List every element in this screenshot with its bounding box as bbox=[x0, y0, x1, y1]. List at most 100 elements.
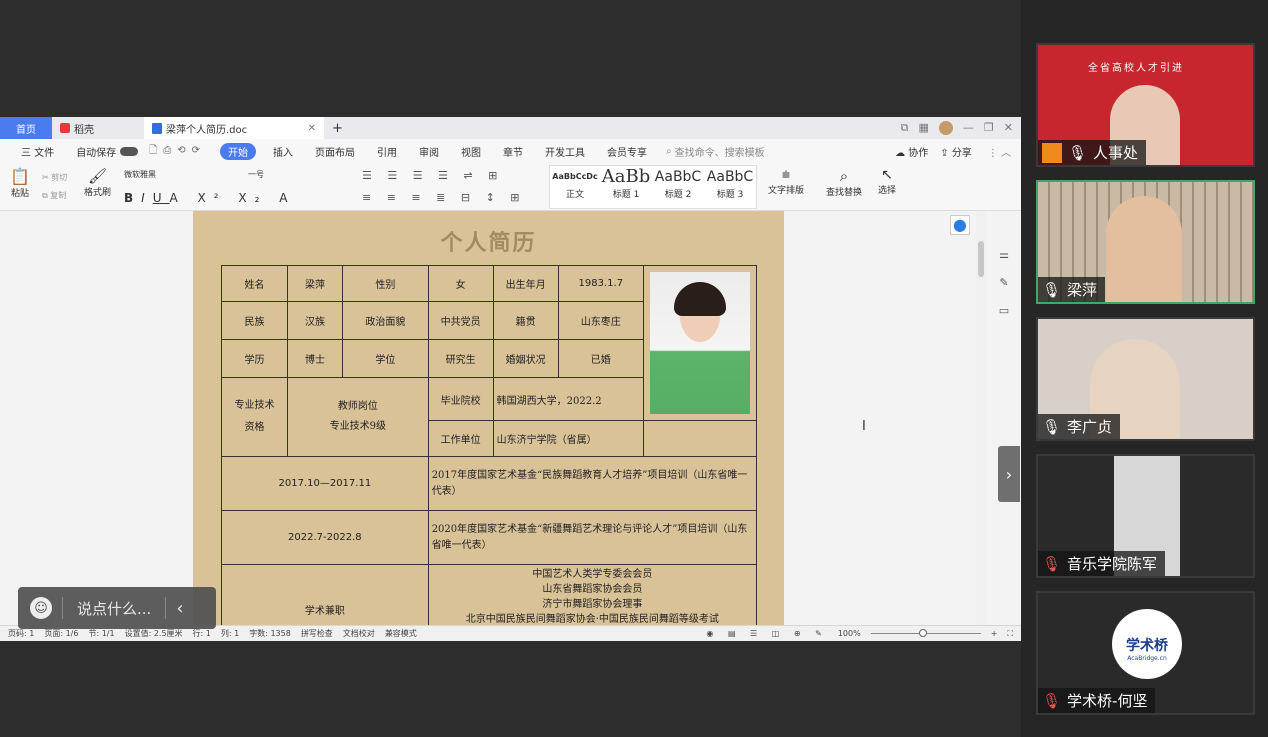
participant-name: 音乐学院陈军 bbox=[1067, 555, 1158, 573]
mic-icon: 🎙 bbox=[1042, 280, 1062, 299]
cell-birth-value: 1983.1.7 bbox=[557, 265, 644, 302]
participant-video bbox=[1106, 196, 1182, 302]
share-button[interactable]: ⇪ 分享 bbox=[934, 144, 978, 159]
fullscreen-icon[interactable]: ⛶ bbox=[1007, 629, 1021, 639]
menu-section[interactable]: 章节 bbox=[492, 144, 534, 159]
menu-bar: 三 文件 自动保存 🗋⎙⟲⟳ 开始 插入 页面布局 引用 审阅 视图 章节 开发… bbox=[0, 139, 1021, 163]
close-window-icon[interactable]: ✕ bbox=[1004, 121, 1013, 135]
collab-button[interactable]: ☁ 协作 bbox=[889, 144, 934, 159]
style-heading2[interactable]: AaBbC 标题 2 bbox=[652, 166, 704, 208]
paragraph-buttons[interactable]: ☰ ☰ ☰ ☰ ⇌ ⊞ bbox=[362, 169, 503, 182]
zoom-level[interactable]: 100% bbox=[838, 629, 861, 638]
logo-text: 学术桥 bbox=[1126, 638, 1168, 654]
tab-daoke-label: 稻壳 bbox=[74, 124, 94, 136]
menu-review[interactable]: 审阅 bbox=[408, 144, 450, 159]
status-proofread[interactable]: 文档校对 bbox=[343, 628, 375, 639]
table-row: 姓名 梁萍 性别 女 出生年月 1983.1.7 bbox=[221, 265, 758, 421]
zoom-slider[interactable] bbox=[870, 629, 981, 637]
autosave-label: 自动保存 bbox=[76, 147, 117, 159]
cut-button[interactable]: ✂ 剪切 bbox=[42, 169, 67, 187]
font-style-buttons[interactable]: BIUA X² X₂ A bbox=[124, 191, 295, 205]
menu-page-layout[interactable]: 页面布局 bbox=[304, 144, 366, 159]
portrait-photo bbox=[649, 272, 750, 414]
more-icon[interactable]: ⋮ ︿ bbox=[978, 144, 1021, 159]
cell-photo-spacer bbox=[642, 420, 758, 457]
alignment-buttons[interactable]: ≡ ≡ ≡ ≣ ⊟ ↕ ⊞ bbox=[362, 191, 526, 204]
participant-tile[interactable]: 全省高校人才引进 🎙 人事处 bbox=[1036, 43, 1255, 167]
status-spellcheck[interactable]: 拼写检查 bbox=[301, 628, 333, 639]
cell-grad-label: 毕业院校 bbox=[427, 377, 494, 421]
style-heading3[interactable]: AaBbC 标题 3 bbox=[704, 166, 756, 208]
tab-document[interactable]: 梁萍个人简历.doc ✕ bbox=[144, 117, 324, 139]
academic-line: 山东省舞蹈家协会会员 bbox=[542, 584, 643, 595]
style-normal[interactable]: AaBbCcDc 正文 bbox=[550, 166, 600, 208]
tab-daoke[interactable]: 稻壳 bbox=[52, 117, 144, 139]
select-button[interactable]: ↖ 选择 bbox=[878, 167, 896, 196]
font-name-select[interactable]: 微软雅黑 bbox=[124, 169, 156, 183]
cell-education-value: 博士 bbox=[286, 339, 344, 378]
cell-ethnicity-value: 汉族 bbox=[286, 301, 344, 340]
menu-developer[interactable]: 开发工具 bbox=[534, 144, 596, 159]
paste-button[interactable]: 📋 粘贴 bbox=[10, 167, 30, 199]
scrollbar-thumb[interactable] bbox=[978, 241, 984, 277]
style-heading1[interactable]: AaBb 标题 1 bbox=[600, 166, 652, 208]
chat-input[interactable]: ☺ 说点什么... ‹ bbox=[18, 587, 216, 629]
cell-work-value: 山东济宁学院（省属） bbox=[492, 420, 644, 457]
autosave-toggle[interactable] bbox=[120, 146, 139, 156]
view-mode-icons[interactable]: ◉ ▤ ☰ ◫ ⊕ ✎ bbox=[706, 629, 827, 638]
settings-slider-icon[interactable]: ⚌ bbox=[994, 241, 1014, 269]
text-cursor-icon: I bbox=[862, 419, 866, 434]
cell-training2-period: 2022.7-2022.8 bbox=[221, 510, 429, 565]
find-replace-button[interactable]: ⌕ 查找替换 bbox=[826, 167, 862, 198]
cell-gender-label: 性别 bbox=[342, 265, 429, 302]
participant-tile[interactable]: 🎙 梁萍 bbox=[1036, 180, 1255, 304]
new-tab-button[interactable]: + bbox=[324, 117, 351, 139]
document-area[interactable]: 个人简历 姓名 梁萍 性别 女 出生年月 1983.1.7 民族 汉族 政治面貌… bbox=[0, 211, 1021, 625]
proofread-icon[interactable]: ✎ bbox=[994, 269, 1014, 297]
command-search[interactable]: ⌕ 查找命令、搜索模板 bbox=[658, 144, 765, 159]
cell-work-label: 工作单位 bbox=[427, 420, 494, 457]
participant-tile[interactable]: 🎙 音乐学院陈军 bbox=[1036, 454, 1255, 578]
participant-name: 人事处 bbox=[1093, 144, 1139, 162]
format-painter-label: 格式刷 bbox=[84, 188, 112, 198]
menu-autosave[interactable]: 自动保存 bbox=[65, 144, 149, 159]
document-page[interactable]: 个人简历 姓名 梁萍 性别 女 出生年月 1983.1.7 民族 汉族 政治面貌… bbox=[193, 211, 784, 625]
restore-icon[interactable]: ❐ bbox=[984, 121, 994, 135]
avatar-icon[interactable] bbox=[938, 121, 953, 135]
cell-marital-value: 已婚 bbox=[557, 339, 644, 378]
copy-button[interactable]: ⧉ 复制 bbox=[42, 187, 67, 205]
style-heading3-name: 标题 3 bbox=[716, 190, 744, 200]
tab-home[interactable]: 首页 bbox=[0, 117, 52, 139]
menu-references[interactable]: 引用 bbox=[366, 144, 408, 159]
status-compat: 兼容模式 bbox=[384, 629, 417, 638]
style-normal-preview: AaBbCcDc bbox=[552, 172, 598, 181]
zoom-in-icon[interactable]: + bbox=[991, 629, 998, 638]
zoom-slider-thumb[interactable] bbox=[918, 629, 927, 637]
vertical-scrollbar[interactable] bbox=[976, 211, 986, 625]
menu-file[interactable]: 三 文件 bbox=[10, 144, 65, 159]
cell-photo bbox=[642, 265, 758, 421]
menu-view[interactable]: 视图 bbox=[450, 144, 492, 159]
layout-icon[interactable]: ⧉ bbox=[901, 121, 909, 135]
meeting-stage: 首页 稻壳 梁萍个人简历.doc ✕ + ⧉ ▦ — ❐ ✕ 三 文件 自动保存… bbox=[0, 0, 1268, 737]
grid-icon[interactable]: ▦ bbox=[919, 121, 929, 135]
emoji-icon[interactable]: ☺ bbox=[30, 597, 52, 619]
font-size-select[interactable]: 一号 bbox=[248, 169, 264, 183]
menu-member[interactable]: 会员专享 bbox=[596, 144, 658, 159]
text-layout-button[interactable]: ⩧ 文字排版 bbox=[768, 167, 804, 196]
minimize-icon[interactable]: — bbox=[963, 121, 974, 135]
collapse-chat-icon[interactable]: ‹ bbox=[176, 598, 183, 619]
participant-tile[interactable]: 🎙 李广贞 bbox=[1036, 317, 1255, 441]
close-tab-icon[interactable]: ✕ bbox=[308, 123, 316, 134]
collapse-panel-button[interactable]: › bbox=[998, 446, 1020, 502]
participant-tile[interactable]: 学术桥 AcaBridge.cn 🎙 学术桥-何坚 bbox=[1036, 591, 1255, 715]
cell-academic-label: 学术兼职 bbox=[221, 564, 429, 625]
menu-insert[interactable]: 插入 bbox=[262, 144, 304, 159]
format-painter-button[interactable]: 🖌 格式刷 bbox=[84, 167, 111, 198]
location-marker-icon[interactable]: ⬤ bbox=[950, 215, 970, 235]
cell-politics-value: 中共党员 bbox=[427, 301, 494, 340]
mic-icon: 🎙 bbox=[1042, 417, 1062, 436]
book-icon[interactable]: ▭ bbox=[994, 297, 1014, 325]
ribbon-toolbar: 📋 粘贴 ✂ 剪切 ⧉ 复制 🖌 格式刷 微软雅黑 一号 BIUA X² X₂ … bbox=[0, 163, 1021, 211]
menu-start[interactable]: 开始 bbox=[220, 142, 256, 160]
